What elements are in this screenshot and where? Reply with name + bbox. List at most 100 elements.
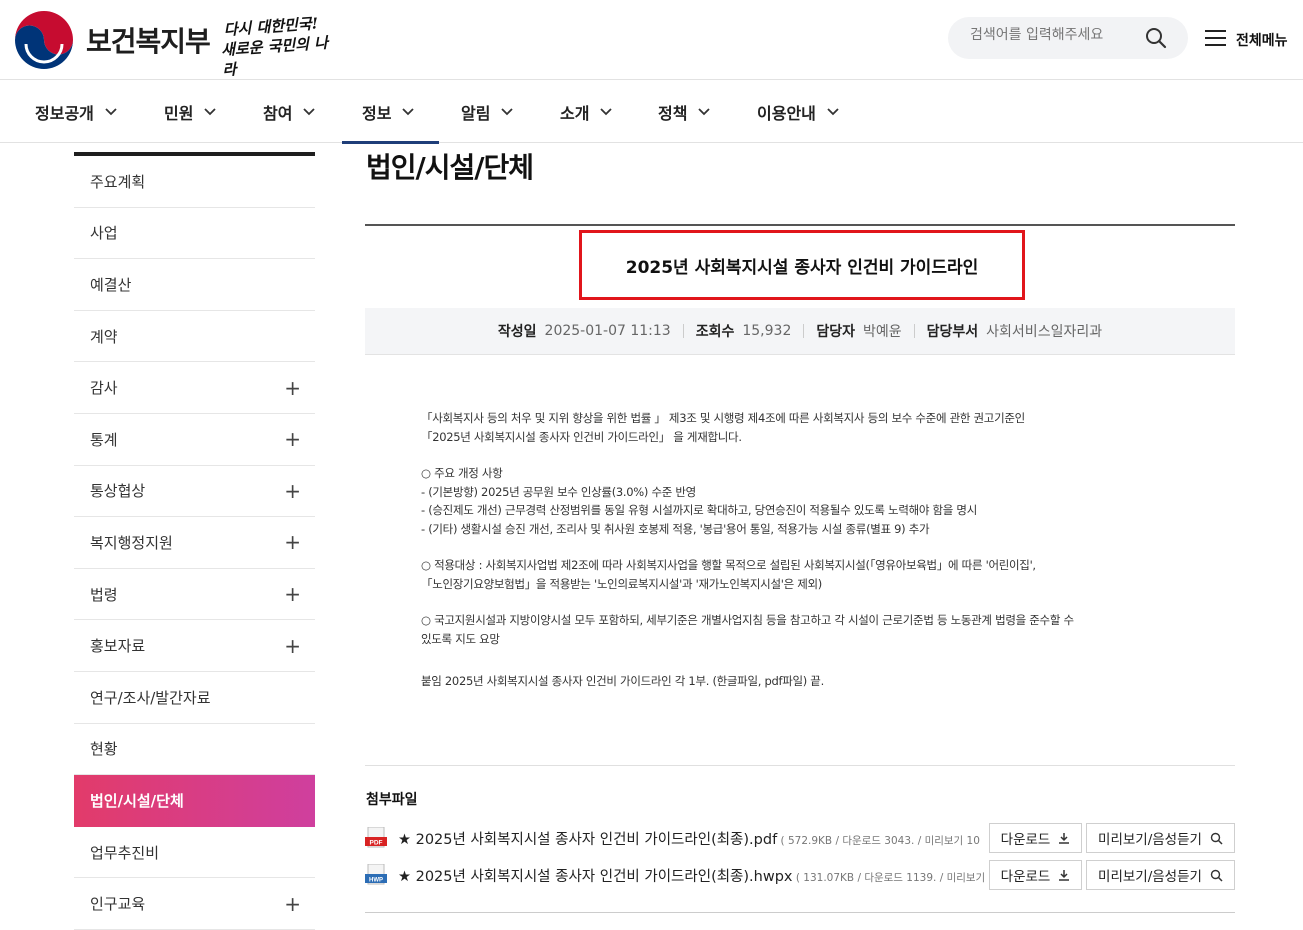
sidebar-item-label: 주요계획 — [90, 172, 146, 191]
download-icon — [1059, 833, 1070, 844]
file-name-text[interactable]: ★ 2025년 사회복지시설 종사자 인건비 가이드라인(최종).pdf — [398, 832, 777, 848]
file-meta: ( 572.9KB / 다운로드 3043. / 미리보기 10 — [777, 835, 980, 847]
preview-button[interactable]: 미리보기/음성듣기 — [1086, 823, 1235, 853]
pdf-icon-text: PDF — [370, 840, 383, 847]
file-meta: ( 131.07KB / 다운로드 1139. / 미리보기 — [792, 872, 986, 884]
sidebar-item-projects[interactable]: 사업 — [74, 208, 315, 260]
sidebar-item-label: 복지행정지원 — [90, 533, 173, 552]
download-icon — [1059, 870, 1070, 881]
title-divider — [365, 224, 1235, 226]
manager-label: 담당자 — [816, 324, 855, 340]
nav-item-information[interactable]: 정보 — [341, 80, 441, 144]
sidebar-item-corporations[interactable]: 법인/시설/단체 — [74, 775, 315, 827]
plus-icon[interactable]: + — [284, 582, 301, 606]
sidebar-item-laws[interactable]: 법령 + — [74, 569, 315, 621]
ministry-name[interactable]: 보건복지부 — [86, 20, 211, 60]
sidebar-item-population-edu[interactable]: 인구교육 + — [74, 878, 315, 930]
search-icon — [1210, 869, 1223, 882]
download-button[interactable]: 다운로드 — [989, 823, 1082, 853]
chevron-down-icon — [827, 107, 839, 115]
sidebar-item-label: 연구/조사/발간자료 — [90, 688, 211, 707]
main-nav: 정보공개 민원 참여 정보 알림 소개 정책 이용안내 — [0, 80, 1303, 144]
body-line: ○ 국고지원시설과 지방이양시설 모두 포함하되, 세부기준은 개별사업지침 등… — [421, 613, 1074, 627]
plus-icon[interactable]: + — [284, 634, 301, 658]
views-value: 15,932 — [742, 323, 792, 339]
sidebar-item-label: 통상협상 — [90, 482, 146, 501]
page-title: 법인/시설/단체 — [366, 151, 534, 184]
nav-label: 정책 — [658, 103, 688, 123]
body-line: ○ 적용대상 : 사회복지사업법 제2조에 따라 사회복지사업을 행할 목적으로… — [421, 558, 1036, 572]
nav-item-intro[interactable]: 소개 — [560, 80, 613, 143]
nav-label: 참여 — [263, 103, 293, 123]
sidebar-item-label: 계약 — [90, 327, 118, 346]
attachment-row: PDF ★ 2025년 사회복지시설 종사자 인건비 가이드라인(최종).pdf… — [365, 823, 1235, 853]
meta-separator — [682, 324, 684, 338]
plus-icon[interactable]: + — [284, 376, 301, 400]
body-line: 있도록 지도 요망 — [421, 631, 500, 646]
slogan: 다시 대한민국! 새로운 국민의 나라 — [220, 12, 339, 80]
sidebar-item-pr[interactable]: 홍보자료 + — [74, 620, 315, 672]
post-meta: 작성일 2025-01-07 11:13 조회수 15,932 담당자 박예윤 … — [365, 308, 1235, 355]
nav-item-info-disclosure[interactable]: 정보공개 — [35, 80, 118, 143]
file-name-text[interactable]: ★ 2025년 사회복지시설 종사자 인건비 가이드라인(최종).hwpx — [398, 869, 793, 885]
nav-item-participation[interactable]: 참여 — [263, 80, 316, 143]
views-label: 조회수 — [695, 324, 735, 340]
sidebar-item-contracts[interactable]: 계약 — [74, 311, 315, 363]
nav-item-notice[interactable]: 알림 — [461, 80, 514, 143]
nav-item-guide[interactable]: 이용안내 — [757, 80, 840, 143]
sidebar-item-label: 업무추진비 — [90, 843, 160, 862]
nav-label: 정보 — [362, 103, 392, 123]
plus-icon[interactable]: + — [284, 479, 301, 503]
chevron-down-icon — [204, 107, 217, 115]
body-line: - (승진제도 개선) 근무경력 산정범위를 동일 유형 시설까지로 확대하고,… — [421, 503, 977, 517]
manager-value: 박예윤 — [863, 324, 902, 340]
attachments-title: 첨부파일 — [366, 792, 418, 808]
taegeuk-logo-icon[interactable] — [14, 10, 74, 70]
plus-icon[interactable]: + — [284, 427, 301, 451]
sidebar-item-trade[interactable]: 통상협상 + — [74, 466, 315, 518]
search-icon[interactable] — [1144, 26, 1168, 50]
chevron-down-icon — [303, 107, 316, 115]
chevron-down-icon — [600, 107, 613, 115]
sidebar-item-expenses[interactable]: 업무추진비 — [74, 827, 315, 879]
sidebar-item-audit[interactable]: 감사 + — [74, 362, 315, 414]
nav-label: 민원 — [164, 103, 194, 123]
slogan-line-2: 새로운 국민의 나라 — [220, 33, 329, 80]
sidebar-item-statistics[interactable]: 통계 + — [74, 414, 315, 466]
site-header: 보건복지부 다시 대한민국! 새로운 국민의 나라 전체메뉴 — [0, 0, 1303, 80]
sidebar-item-label: 법령 — [90, 585, 118, 604]
nav-label: 이용안내 — [757, 103, 816, 123]
plus-icon[interactable]: + — [284, 530, 301, 554]
download-button[interactable]: 다운로드 — [989, 860, 1082, 890]
sidebar-item-label: 홍보자료 — [90, 637, 146, 656]
sidebar-item-status[interactable]: 현황 — [74, 724, 315, 776]
body-line: ○ 주요 개정 사항 — [421, 466, 503, 480]
preview-label: 미리보기/음성듣기 — [1098, 832, 1202, 848]
body-line: 「2025년 사회복지시설 종사자 인건비 가이드라인」 을 게재합니다. — [421, 429, 742, 444]
preview-button[interactable]: 미리보기/음성듣기 — [1086, 860, 1235, 890]
chevron-down-icon — [402, 107, 415, 115]
nav-item-policy[interactable]: 정책 — [658, 80, 711, 143]
hwp-file-icon: HWP — [365, 864, 387, 885]
download-label: 다운로드 — [1000, 869, 1051, 885]
preview-label: 미리보기/음성듣기 — [1098, 869, 1202, 885]
sidebar-item-research[interactable]: 연구/조사/발간자료 — [74, 672, 315, 724]
search-input[interactable] — [970, 27, 1140, 43]
sidebar-item-main-plans[interactable]: 주요계획 — [74, 156, 315, 208]
attachments-bottom-divider — [365, 912, 1235, 913]
sidebar-item-welfare-admin[interactable]: 복지행정지원 + — [74, 517, 315, 569]
body-line: 「노인장기요양보험법」을 적용받는 '노인의료복지시설'과 '재가노인복지시설'… — [421, 576, 822, 591]
sidebar-item-budget[interactable]: 예결산 — [74, 259, 315, 311]
pdf-file-icon: PDF — [365, 827, 387, 848]
attachment-link[interactable]: ★ 2025년 사회복지시설 종사자 인건비 가이드라인(최종).pdf ( 5… — [398, 828, 988, 849]
attachment-row: HWP ★ 2025년 사회복지시설 종사자 인건비 가이드라인(최종).hwp… — [365, 860, 1235, 890]
attachment-link[interactable]: ★ 2025년 사회복지시설 종사자 인건비 가이드라인(최종).hwpx ( … — [398, 865, 988, 886]
sidebar-item-label: 인구교육 — [90, 895, 146, 914]
all-menu-label: 전체메뉴 — [1236, 33, 1288, 49]
plus-icon[interactable]: + — [284, 892, 301, 916]
nav-item-civil[interactable]: 민원 — [164, 80, 217, 143]
sidebar-item-label: 예결산 — [90, 275, 132, 294]
all-menu-button[interactable]: 전체메뉴 — [1205, 26, 1295, 52]
